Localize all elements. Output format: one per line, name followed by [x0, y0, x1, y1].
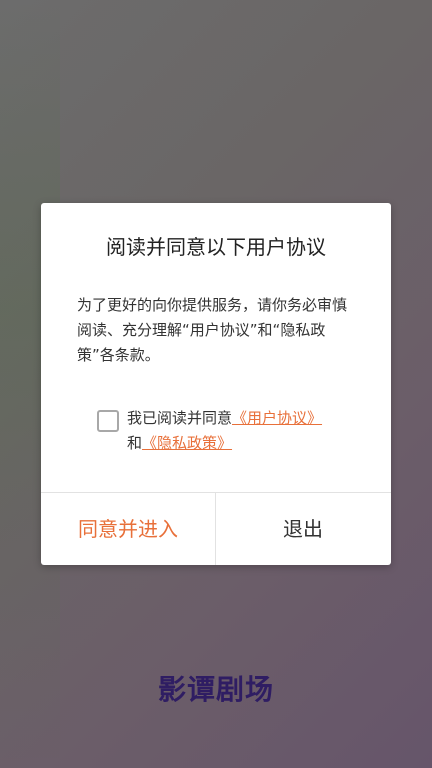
agree-text: 我已阅读并同意《用户协议》 和《隐私政策》 — [127, 406, 367, 456]
dialog-button-row: 同意并进入 退出 — [41, 492, 391, 565]
agree-prefix-text: 我已阅读并同意 — [127, 409, 233, 427]
exit-button[interactable]: 退出 — [216, 493, 390, 565]
and-text: 和 — [127, 434, 143, 452]
agree-and-enter-button[interactable]: 同意并进入 — [41, 493, 215, 565]
privacy-policy-link[interactable]: 《隐私政策》 — [142, 434, 232, 452]
dialog-body-text: 为了更好的向你提供服务，请你务必审慎阅读、充分理解“用户协议”和“隐私政策”各条… — [77, 296, 348, 364]
user-agreement-link[interactable]: 《用户协议》 — [232, 409, 322, 427]
agree-checkbox[interactable] — [97, 410, 119, 432]
dialog-title: 阅读并同意以下用户协议 — [106, 235, 326, 259]
agree-row: 我已阅读并同意《用户协议》 和《隐私政策》 — [97, 406, 357, 458]
user-agreement-dialog: 阅读并同意以下用户协议 为了更好的向你提供服务，请你务必审慎阅读、充分理解“用户… — [41, 203, 391, 565]
app-logo: 影谭剧场 — [157, 673, 274, 706]
